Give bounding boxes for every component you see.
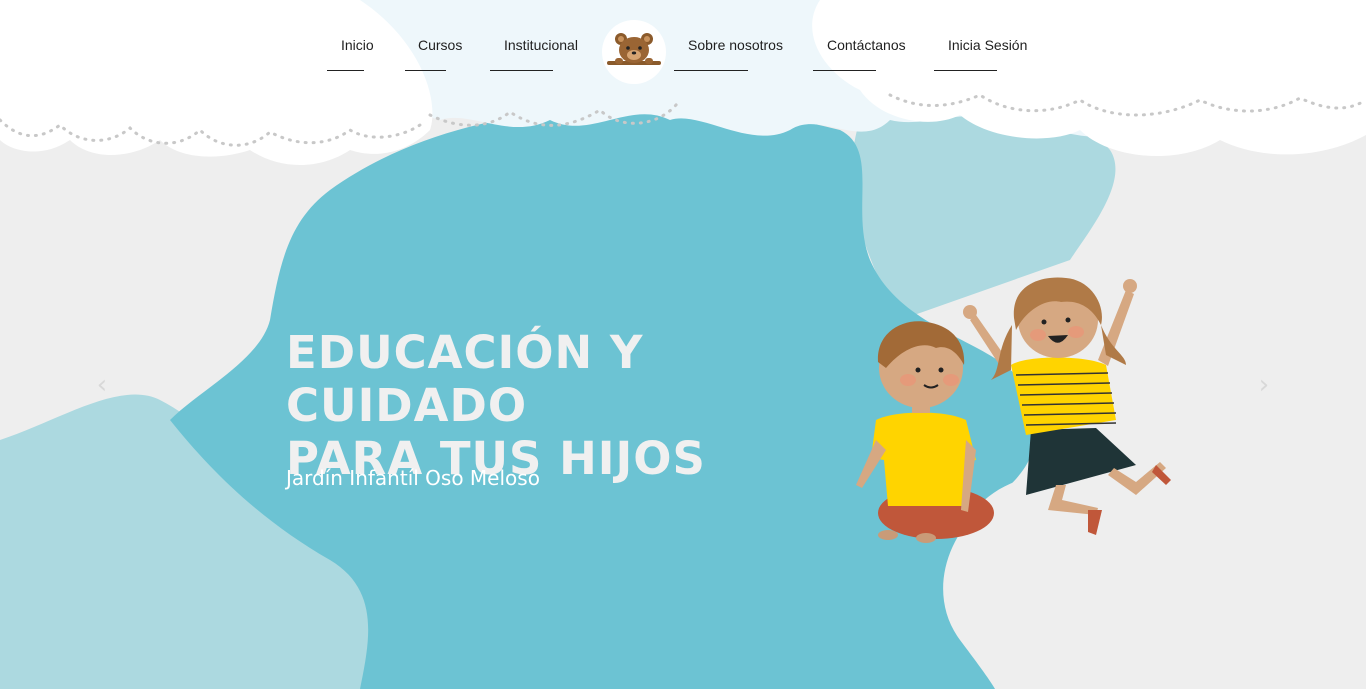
- hero-subtitle: Jardín Infantíl Oso Meloso: [286, 466, 540, 490]
- nav-cursos-underline: [405, 70, 446, 71]
- nav-sobre-nosotros[interactable]: Sobre nosotros: [688, 37, 783, 53]
- chevron-left-icon: ‹: [96, 370, 108, 400]
- kids-illustration: [856, 277, 1171, 543]
- hero-section: Inicio Cursos Institucional Sobre nosotr…: [0, 0, 1366, 689]
- nav-inicio[interactable]: Inicio: [341, 37, 374, 53]
- nav-institucional-underline: [490, 70, 553, 71]
- nav-inicia-sesion-underline: [934, 70, 997, 71]
- nav-institucional[interactable]: Institucional: [504, 37, 578, 53]
- carousel-prev-button[interactable]: ‹: [92, 370, 112, 400]
- nav-contactanos-underline: [813, 70, 876, 71]
- nav-cursos[interactable]: Cursos: [418, 37, 462, 53]
- carousel-next-button[interactable]: ›: [1254, 370, 1274, 400]
- boy-figure: [856, 321, 994, 543]
- teddy-bear-icon: [607, 33, 661, 65]
- chevron-right-icon: ›: [1258, 370, 1270, 400]
- main-navigation: Inicio Cursos Institucional Sobre nosotr…: [0, 0, 1366, 90]
- logo-link[interactable]: [602, 20, 666, 84]
- nav-sobre-nosotros-underline: [674, 70, 748, 71]
- hero-title-line-1: EDUCACIÓN Y CUIDADO: [286, 326, 644, 432]
- nav-inicia-sesion[interactable]: Inicia Sesión: [948, 37, 1027, 53]
- girl-figure: [963, 277, 1171, 535]
- hero-title: EDUCACIÓN Y CUIDADO PARA TUS HIJOS: [286, 326, 886, 485]
- nav-contactanos[interactable]: Contáctanos: [827, 37, 906, 53]
- nav-inicio-underline: [327, 70, 364, 71]
